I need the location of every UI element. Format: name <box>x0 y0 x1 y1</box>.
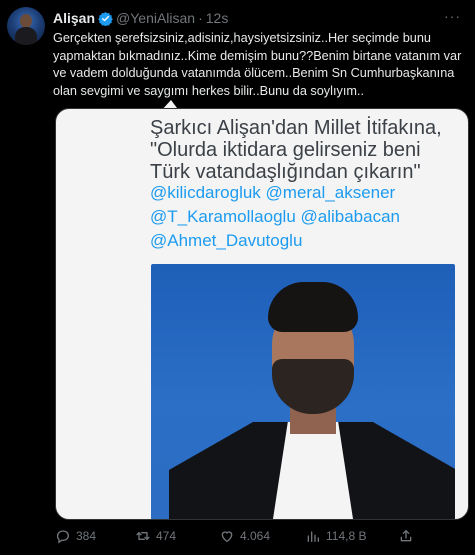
tweet-actions: 384 474 4.064 114,8 B <box>55 528 465 548</box>
tweet-text: Gerçekten şerefsizsiniz,adisiniz,haysiye… <box>53 31 462 98</box>
author-name[interactable]: Alişan <box>53 10 95 26</box>
media-mentions-line: @T_Karamollaoglu @alibabacan <box>150 207 400 226</box>
avatar-body <box>15 27 37 45</box>
tweet-time[interactable]: 12s <box>206 10 229 26</box>
like-button[interactable]: 4.064 <box>219 528 270 544</box>
header-separator: · <box>198 10 203 26</box>
media-mentions-line: @kilicdarogluk @meral_aksener <box>150 183 396 202</box>
photo-beard <box>272 359 354 414</box>
avatar-head <box>20 14 32 28</box>
tweet-media[interactable]: Şarkıcı Alişan'dan Millet İtifakına, "Ol… <box>55 108 469 520</box>
verified-badge-icon <box>98 11 113 26</box>
more-icon[interactable]: ··· <box>444 8 461 24</box>
reply-count: 384 <box>76 529 97 543</box>
like-count: 4.064 <box>240 529 271 543</box>
tweet-header: Alişan @YeniAlisan · 12s ··· <box>53 8 467 28</box>
share-icon <box>400 530 412 542</box>
views-icon <box>307 531 319 542</box>
reply-icon <box>56 530 70 544</box>
retweet-count: 474 <box>156 529 177 543</box>
media-headline: Şarkıcı Alişan'dan Millet İtifakına, "Ol… <box>150 117 442 183</box>
media-mentions-line: @Ahmet_Davutoglu <box>150 231 303 250</box>
media-photo <box>151 264 455 519</box>
retweet-button[interactable]: 474 <box>135 528 176 544</box>
author-handle[interactable]: @YeniAlisan <box>116 10 195 26</box>
photo-hair <box>268 282 358 332</box>
views-button[interactable]: 114,8 B <box>305 528 366 544</box>
reply-button[interactable]: 384 <box>55 528 96 544</box>
share-button[interactable] <box>398 528 414 544</box>
like-icon <box>221 531 233 543</box>
views-count: 114,8 B <box>326 529 367 543</box>
retweet-icon <box>136 532 150 540</box>
avatar[interactable] <box>7 7 45 45</box>
